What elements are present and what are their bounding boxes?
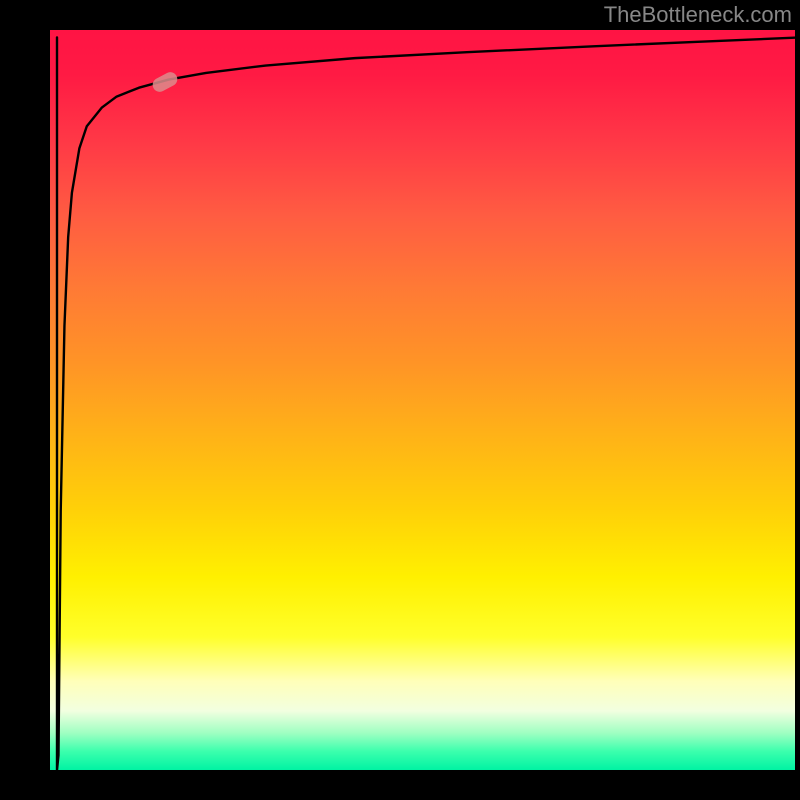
chart-curve xyxy=(57,37,800,770)
chart-plot-area xyxy=(50,30,795,770)
chart-curve-layer xyxy=(50,30,795,770)
watermark-text: TheBottleneck.com xyxy=(604,2,792,28)
